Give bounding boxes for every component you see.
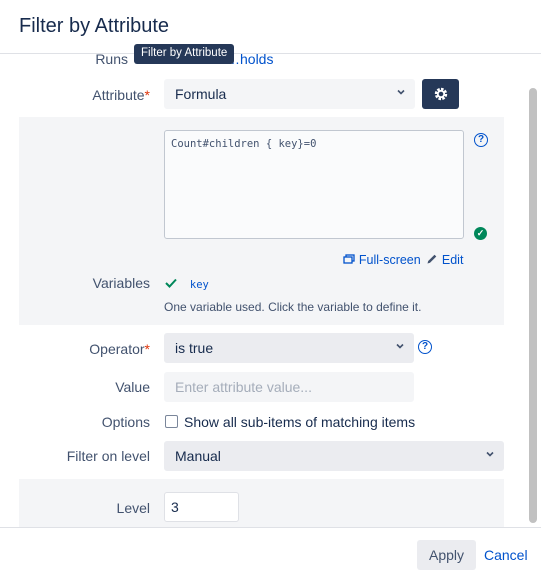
chevron-down-icon <box>395 340 405 354</box>
scrollbar-thumb[interactable] <box>529 88 537 523</box>
runs-label: Runs <box>95 54 128 67</box>
formula-help-icon[interactable]: ? <box>474 133 488 147</box>
dialog-footer: Apply Cancel <box>0 527 541 580</box>
value-label: Value <box>115 379 150 395</box>
show-subitems-label[interactable]: Show all sub-items of matching items <box>184 414 415 430</box>
show-subitems-checkbox[interactable] <box>165 415 178 428</box>
filter-on-level-label: Filter on level <box>66 448 150 464</box>
fullscreen-link[interactable]: Full-screen <box>343 251 421 267</box>
dialog-title: Filter by Attribute <box>19 15 170 37</box>
operator-help-icon[interactable]: ? <box>418 340 432 354</box>
operator-selected-value: is true <box>175 340 214 356</box>
pencil-icon <box>426 252 442 268</box>
operator-label: Operator* <box>89 341 150 357</box>
variable-item-key[interactable]: key <box>165 275 209 291</box>
chevron-down-icon <box>396 86 406 100</box>
dialog-header: Filter by Attribute <box>0 0 541 54</box>
cancel-button[interactable]: Cancel <box>484 547 528 563</box>
apply-button[interactable]: Apply <box>417 540 476 570</box>
gear-icon <box>433 86 449 105</box>
variables-label: Variables <box>92 275 150 291</box>
attribute-settings-button[interactable] <box>422 79 459 109</box>
value-input[interactable] <box>164 372 414 402</box>
level-input[interactable] <box>164 492 239 522</box>
edit-link[interactable]: Edit <box>426 251 463 267</box>
tooltip: Filter by Attribute <box>134 44 235 64</box>
attribute-label: Attribute* <box>92 87 150 103</box>
filter-on-level-select[interactable]: Manual <box>164 441 504 471</box>
check-circle-icon: ✓ <box>474 227 487 240</box>
attribute-select[interactable]: Formula <box>164 79 415 109</box>
operator-select[interactable]: is true <box>164 333 414 363</box>
filter-on-level-selected-value: Manual <box>175 448 221 464</box>
variables-hint: One variable used. Click the variable to… <box>164 300 422 314</box>
chevron-down-icon <box>485 448 495 462</box>
checkmark-icon <box>165 275 181 291</box>
formula-editor[interactable]: Count#children { key}=0 <box>164 130 464 239</box>
fullscreen-icon <box>343 252 359 268</box>
level-label: Level <box>116 500 150 516</box>
options-label: Options <box>101 414 150 430</box>
dialog-body: Runs …holds Attribute* Formula Count#chi… <box>0 54 541 527</box>
attribute-selected-value: Formula <box>175 86 227 102</box>
